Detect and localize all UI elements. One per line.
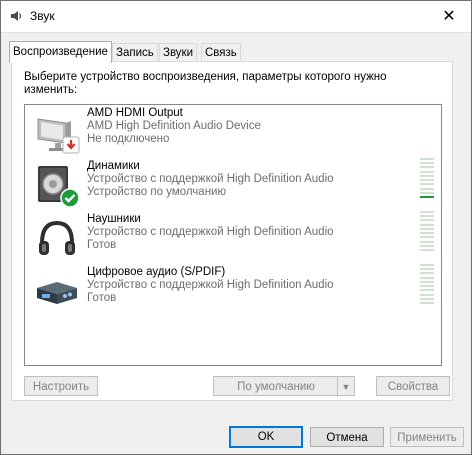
level-segment — [420, 215, 434, 218]
device-description: Устройство с поддержкой High Definition … — [87, 173, 334, 185]
monitor-icon — [37, 118, 80, 154]
level-segment — [420, 183, 434, 186]
volume-level-meter — [420, 158, 434, 198]
device-name: Наушники — [87, 213, 141, 225]
set-default-button[interactable]: По умолчанию ▼ — [213, 376, 355, 397]
close-icon: ✕ — [442, 8, 456, 25]
volume-level-meter — [420, 264, 434, 304]
disconnected-badge-icon — [62, 136, 80, 154]
level-segment — [420, 268, 434, 271]
dialog-body: Воспроизведение Запись Звуки Связь Выбер… — [1, 32, 471, 455]
apply-button[interactable]: Применить — [390, 427, 464, 447]
level-segment — [420, 219, 434, 222]
ok-label: OK — [257, 431, 275, 443]
device-text: Наушники Устройство с поддержкой High De… — [87, 213, 334, 252]
level-segment — [420, 272, 434, 275]
window-title: Звук — [30, 9, 55, 23]
device-description: Устройство с поддержкой High Definition … — [87, 226, 334, 238]
level-segment — [420, 301, 434, 304]
level-segment — [420, 285, 434, 288]
level-segment — [420, 223, 434, 226]
device-item-spdif[interactable]: Цифровое аудио (S/PDIF) Устройство с под… — [25, 264, 441, 316]
default-check-badge-icon — [60, 188, 80, 208]
properties-label: Свойства — [387, 381, 439, 393]
device-item-speakers[interactable]: Динамики Устройство с поддержкой High De… — [25, 158, 441, 210]
apply-label: Применить — [397, 432, 457, 444]
level-segment — [420, 240, 434, 243]
device-status: Устройство по умолчанию — [87, 186, 227, 198]
level-segment — [420, 174, 434, 177]
device-name: Динамики — [87, 160, 140, 172]
device-item-hdmi[interactable]: AMD HDMI Output AMD High Definition Audi… — [25, 105, 441, 157]
tab-label: Воспроизведение — [13, 46, 108, 58]
level-segment — [420, 276, 434, 279]
level-segment — [420, 187, 434, 190]
set-default-label: По умолчанию — [237, 381, 315, 393]
device-description: Устройство с поддержкой High Definition … — [87, 279, 334, 291]
level-segment — [420, 289, 434, 292]
level-segment — [420, 248, 434, 251]
tab-label: Связь — [205, 47, 237, 59]
digital-audio-icon — [37, 282, 77, 304]
cancel-button[interactable]: Отмена — [310, 427, 384, 447]
device-status: Готов — [87, 239, 117, 251]
level-segment — [420, 195, 434, 198]
headphones-icon — [39, 220, 75, 255]
device-name: AMD HDMI Output — [87, 107, 183, 119]
level-segment — [420, 158, 434, 160]
cancel-label: Отмена — [326, 432, 368, 444]
level-segment — [420, 162, 434, 165]
tab-recording[interactable]: Запись — [112, 43, 158, 62]
level-segment — [420, 244, 434, 247]
tab-sounds[interactable]: Звуки — [159, 43, 198, 62]
device-status: Готов — [87, 292, 117, 304]
level-segment — [420, 179, 434, 182]
speaker-app-icon — [11, 11, 22, 21]
volume-level-meter — [420, 211, 434, 251]
tab-label: Звуки — [163, 47, 194, 59]
device-item-headphones[interactable]: Наушники Устройство с поддержкой High De… — [25, 211, 441, 263]
close-button[interactable]: ✕ — [426, 0, 472, 32]
configure-label: Настроить — [32, 381, 90, 393]
device-text: Динамики Устройство с поддержкой High De… — [87, 160, 334, 199]
level-segment — [420, 264, 434, 266]
device-text: Цифровое аудио (S/PDIF) Устройство с под… — [87, 266, 334, 305]
level-segment — [420, 211, 434, 213]
level-segment — [420, 280, 434, 283]
device-status: Не подключено — [87, 133, 170, 145]
level-segment — [420, 297, 434, 300]
tab-playback[interactable]: Воспроизведение — [9, 41, 112, 63]
level-segment — [420, 227, 434, 230]
tab-communications[interactable]: Связь — [201, 43, 241, 62]
playback-panel: Выберите устройство воспроизведения, пар… — [11, 61, 453, 401]
device-name: Цифровое аудио (S/PDIF) — [87, 266, 226, 278]
properties-button[interactable]: Свойства — [376, 376, 450, 396]
tab-label: Запись — [116, 47, 154, 59]
level-segment — [420, 236, 434, 239]
level-segment — [420, 170, 434, 173]
device-description: AMD High Definition Audio Device — [87, 120, 261, 132]
speaker-icon — [38, 166, 80, 208]
level-segment — [420, 191, 434, 194]
level-segment — [420, 293, 434, 296]
chevron-down-icon[interactable]: ▼ — [337, 377, 354, 397]
instruction-text: Выберите устройство воспроизведения, пар… — [24, 71, 387, 96]
ok-button[interactable]: OK — [229, 426, 303, 448]
level-segment — [420, 232, 434, 235]
configure-button[interactable]: Настроить — [24, 376, 98, 396]
level-segment — [420, 166, 434, 169]
device-text: AMD HDMI Output AMD High Definition Audi… — [87, 107, 261, 146]
title-bar: Звук ✕ — [0, 0, 472, 32]
device-list[interactable]: AMD HDMI Output AMD High Definition Audi… — [24, 104, 442, 366]
